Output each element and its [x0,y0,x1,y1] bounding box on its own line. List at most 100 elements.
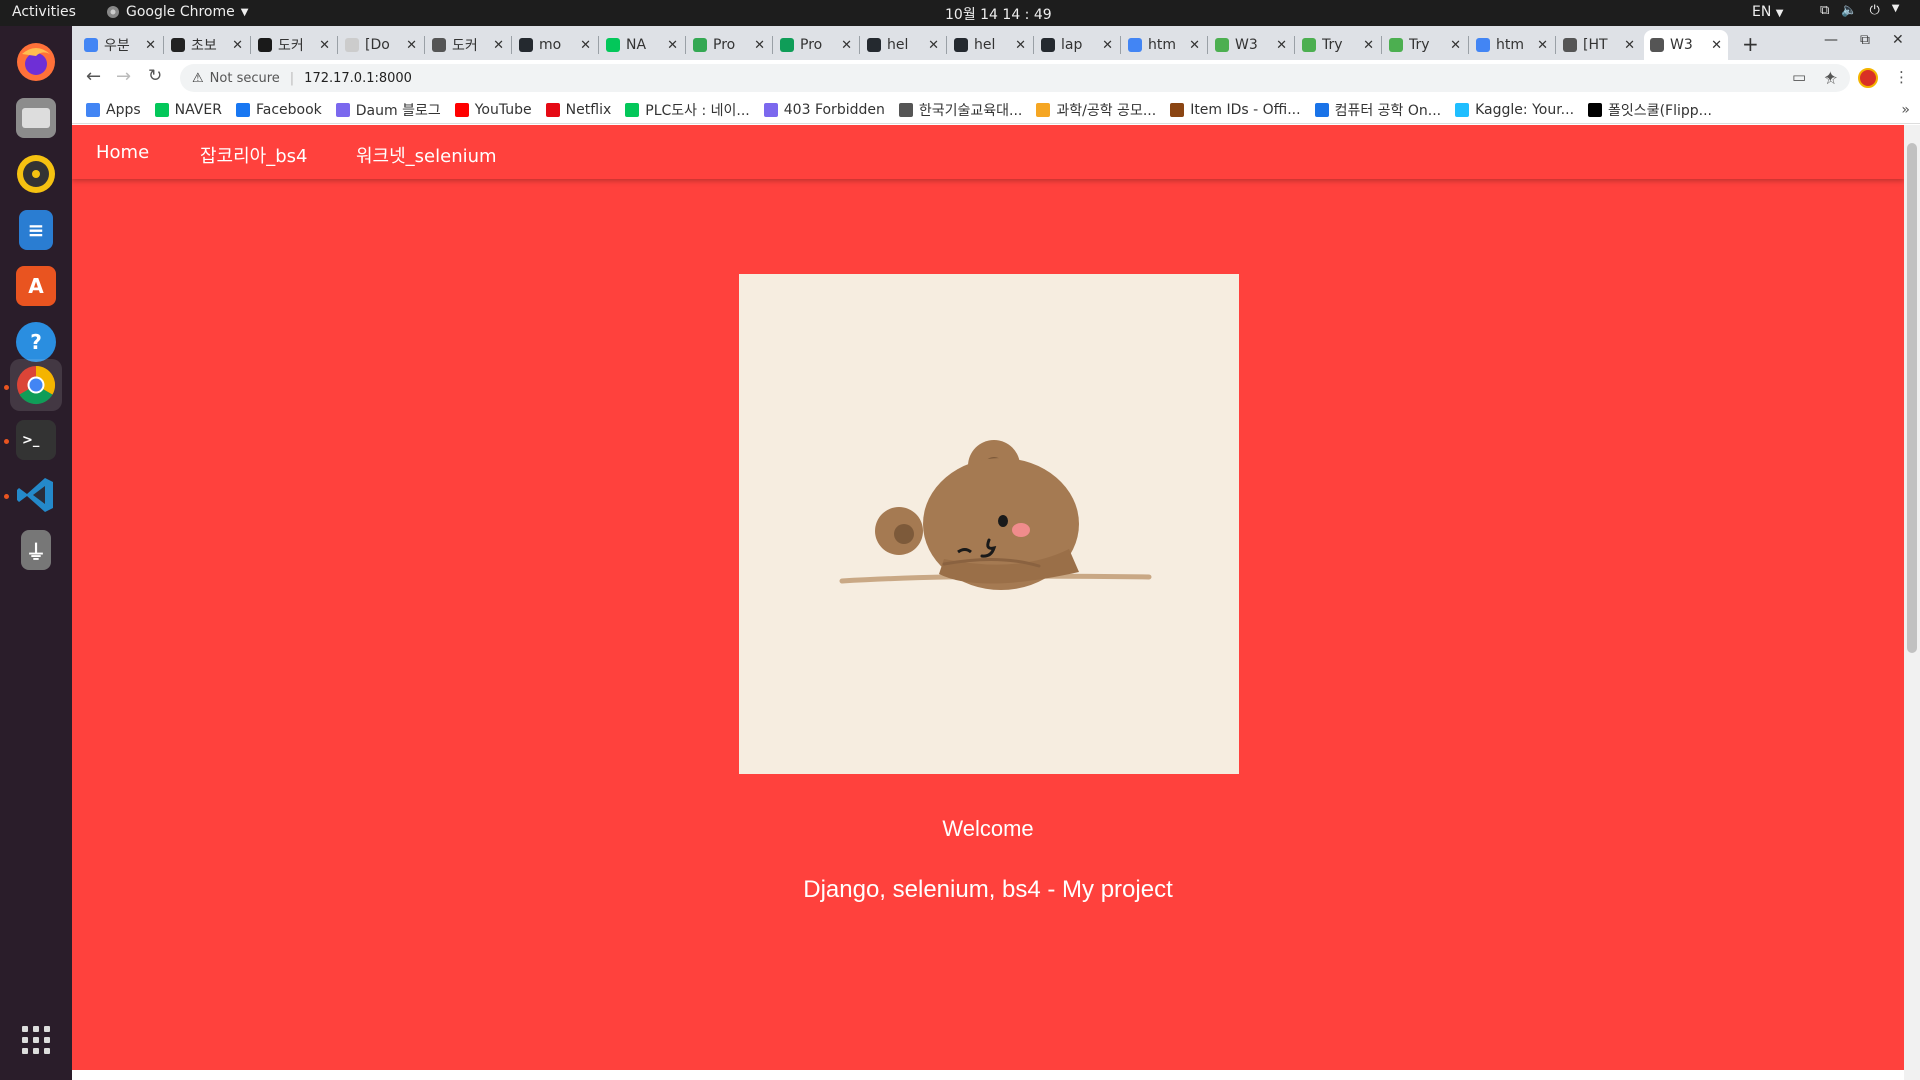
dock-terminal[interactable]: >_ [10,414,62,466]
dock-software[interactable]: A [10,260,62,312]
new-tab-icon[interactable]: + [1742,32,1759,56]
tab-title: Pro [713,37,736,53]
browser-tab[interactable]: Try ✕ [1383,30,1467,60]
browser-tab[interactable]: lap ✕ [1035,30,1119,60]
system-menu[interactable]: ⧉ 🔈 ⏻ ▼ [1820,3,1899,18]
cast-icon[interactable]: ▭ [1792,68,1806,86]
browser-tab[interactable]: hel ✕ [861,30,945,60]
power-icon: ⏻ [1869,3,1880,18]
minimize-icon[interactable]: — [1824,32,1838,48]
input-language[interactable]: EN ▼ [1752,4,1783,20]
bookmark-item[interactable]: Kaggle: Your... [1455,102,1574,118]
bookmark-label: Facebook [255,101,322,118]
bookmarks-overflow-icon[interactable]: » [1901,102,1910,118]
browser-tab[interactable]: htm ✕ [1470,30,1554,60]
tab-close-icon[interactable]: ✕ [1450,38,1461,53]
browser-tab[interactable]: W3 ✕ [1209,30,1293,60]
bookmark-item[interactable]: 403 Forbidden [763,102,885,118]
nav-link-worknet[interactable]: 워크넷_selenium [356,142,497,168]
tab-close-icon[interactable]: ✕ [667,38,678,53]
tab-close-icon[interactable]: ✕ [406,38,417,53]
browser-toolbar: ← → ↻ ⚠ Not secure | 172.17.0.1:8000 ☆ ▭… [72,60,1920,96]
tab-close-icon[interactable]: ✕ [928,38,939,53]
dock-files[interactable] [10,92,62,144]
bookmark-item[interactable]: Facebook [235,101,322,118]
bookmark-item[interactable]: Item IDs - Offi... [1170,101,1301,118]
reload-icon[interactable]: ↻ [148,66,162,86]
back-icon[interactable]: ← [86,66,101,87]
bookmark-item[interactable]: 한국기술교육대... [898,100,1022,120]
not-secure-label[interactable]: Not secure [210,71,280,86]
tab-favicon-icon [954,38,968,52]
dock-chrome[interactable] [10,359,62,411]
bookmark-item[interactable]: Netflix [545,102,611,118]
bookmark-item[interactable]: YouTube [454,102,532,118]
browser-tab[interactable]: 도커 ✕ [426,30,510,60]
tab-close-icon[interactable]: ✕ [841,38,852,53]
chevron-down-icon: ▼ [240,6,249,18]
tab-close-icon[interactable]: ✕ [1711,38,1722,53]
bookmark-label: Item IDs - Offi... [1190,101,1301,118]
activities-button[interactable]: Activities [12,4,76,20]
scrollbar-thumb[interactable] [1907,143,1917,653]
browser-tab[interactable]: 도커 ✕ [252,30,336,60]
tab-close-icon[interactable]: ✕ [1537,38,1548,53]
show-applications-button[interactable] [10,1014,62,1066]
bookmark-item[interactable]: 과학/공학 공모... [1036,100,1156,120]
menu-kebab-icon[interactable]: ⋮ [1894,68,1909,86]
browser-tab[interactable]: Pro ✕ [774,30,858,60]
dock-writer[interactable]: ≡ [10,204,62,256]
tab-close-icon[interactable]: ✕ [1102,38,1113,53]
tab-close-icon[interactable]: ✕ [1624,38,1635,53]
tab-close-icon[interactable]: ✕ [232,38,243,53]
app-menu[interactable]: Google Chrome ▼ [106,4,248,20]
extensions-icon[interactable]: ✦ [1824,68,1837,86]
browser-tab[interactable]: 초보 ✕ [165,30,249,60]
tab-close-icon[interactable]: ✕ [1015,38,1026,53]
tab-close-icon[interactable]: ✕ [1363,38,1374,53]
tab-close-icon[interactable]: ✕ [493,38,504,53]
close-icon[interactable]: ✕ [1892,32,1904,48]
browser-tab[interactable]: 우분 ✕ [78,30,162,60]
bookmark-item[interactable]: 폴잇스쿨(Flipp... [1588,100,1712,120]
nav-link-jobkorea[interactable]: 잡코리아_bs4 [200,142,308,168]
browser-tab[interactable]: [HT ✕ [1557,30,1641,60]
tab-close-icon[interactable]: ✕ [1276,38,1287,53]
tab-separator [250,36,251,54]
tab-close-icon[interactable]: ✕ [319,38,330,53]
bookmark-label: 폴잇스쿨(Flipp... [1608,102,1712,119]
vertical-scrollbar[interactable] [1904,125,1920,1080]
bookmark-item[interactable]: NAVER [154,102,222,118]
browser-tab[interactable]: Try ✕ [1296,30,1380,60]
profile-avatar[interactable] [1858,68,1878,88]
browser-tab[interactable]: NA ✕ [600,30,684,60]
browser-tab[interactable]: hel ✕ [948,30,1032,60]
tab-close-icon[interactable]: ✕ [145,38,156,53]
dock-usb[interactable]: ⏚ [10,524,62,576]
tab-title: 도커 [278,38,304,54]
browser-tab[interactable]: [Do ✕ [339,30,423,60]
tab-close-icon[interactable]: ✕ [1189,38,1200,53]
browser-tab[interactable]: W3 ✕ [1644,30,1728,60]
browser-tab[interactable]: Pro ✕ [687,30,771,60]
browser-tab[interactable]: mo ✕ [513,30,597,60]
browser-tab[interactable]: htm ✕ [1122,30,1206,60]
nav-link-home[interactable]: Home [96,142,149,163]
address-bar[interactable]: ⚠ Not secure | 172.17.0.1:8000 ☆ [180,64,1850,92]
url-text[interactable]: 172.17.0.1:8000 [304,71,412,86]
bookmark-item[interactable]: 컴퓨터 공학 On... [1314,100,1441,120]
clock[interactable]: 10월 14 14 : 49 [945,4,1052,24]
forward-icon[interactable]: → [116,66,131,87]
warning-icon[interactable]: ⚠ [192,71,204,86]
tab-close-icon[interactable]: ✕ [754,38,765,53]
dock-rhythmbox[interactable] [10,148,62,200]
restore-icon[interactable]: ⧉ [1860,32,1870,48]
tab-title: htm [1496,37,1524,53]
dock-vscode[interactable] [10,469,62,521]
hero-image [739,274,1239,774]
bookmark-item[interactable]: Daum 블로그 [335,100,441,120]
bookmark-item[interactable]: PLC도사 : 네이... [625,100,750,120]
bookmark-item[interactable]: Apps [86,102,141,118]
tab-close-icon[interactable]: ✕ [580,38,591,53]
dock-firefox[interactable] [10,36,62,88]
